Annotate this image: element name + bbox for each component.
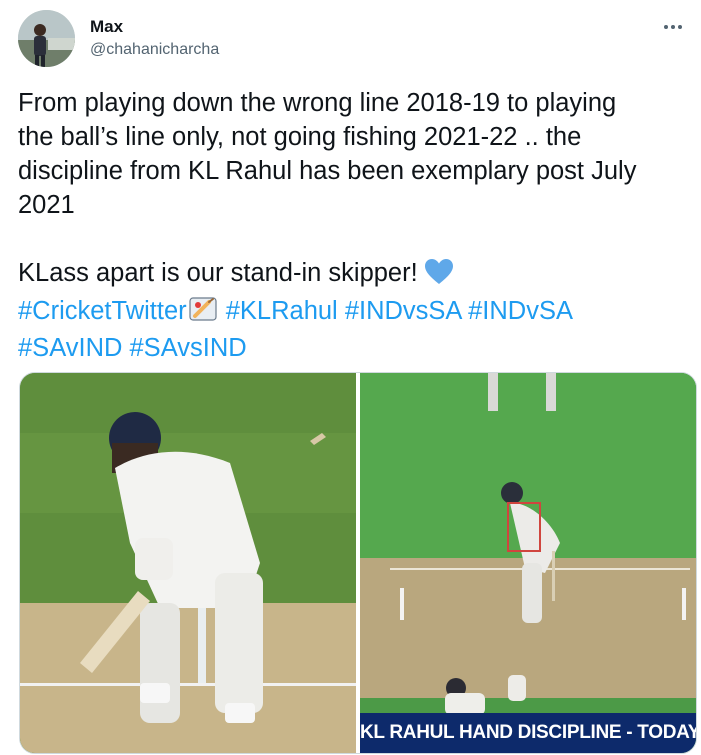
media-caption: KL RAHUL HAND DISCIPLINE - TODAY xyxy=(360,713,696,753)
author-name[interactable]: Max xyxy=(90,17,123,37)
hashtag-indvsa[interactable]: #INDvSA xyxy=(468,297,573,325)
tweet-text: From playing down the wrong line 2018-19… xyxy=(18,86,688,365)
hashtag-savsind[interactable]: #SAvsIND xyxy=(130,334,247,362)
photo-batsman-right[interactable]: KL RAHUL HAND DISCIPLINE - TODAY xyxy=(360,373,696,753)
avatar-image xyxy=(18,10,75,67)
avatar[interactable] xyxy=(18,10,75,67)
tweet-line: From playing down the wrong line 2018-19… xyxy=(18,89,617,117)
tweet-line: discipline from KL Rahul has been exempl… xyxy=(18,157,637,185)
tweet-header: Max @chahanicharcha xyxy=(18,10,698,70)
blue-heart-icon xyxy=(424,258,454,294)
hashtag-indvssa[interactable]: #INDvsSA xyxy=(345,297,461,325)
photo-batsman-left[interactable] xyxy=(20,373,356,753)
hashtag-cricket-twitter[interactable]: #CricketTwitter xyxy=(18,297,187,325)
hashtag-line-2: #SAvIND #SAvsIND xyxy=(18,331,688,365)
tweet-line: the ball’s line only, not going fishing … xyxy=(18,123,582,151)
cricket-bat-icon xyxy=(189,296,217,331)
media-grid[interactable]: KL RAHUL HAND DISCIPLINE - TODAY xyxy=(19,372,697,754)
tweet-line-skipper: KLass apart is our stand-in skipper! xyxy=(18,256,688,294)
hashtag-savind[interactable]: #SAvIND xyxy=(18,334,122,362)
author-handle[interactable]: @chahanicharcha xyxy=(90,41,219,59)
hashtag-klrahul[interactable]: #KLRahul xyxy=(226,297,338,325)
more-options-icon[interactable] xyxy=(660,14,686,40)
tweet-line-skipper-text: KLass apart is our stand-in skipper! xyxy=(18,259,418,287)
hashtag-line-1: #CricketTwitter #KLRahul #INDvsSA #INDvS… xyxy=(18,294,688,331)
tweet-line: 2021 xyxy=(18,191,75,219)
